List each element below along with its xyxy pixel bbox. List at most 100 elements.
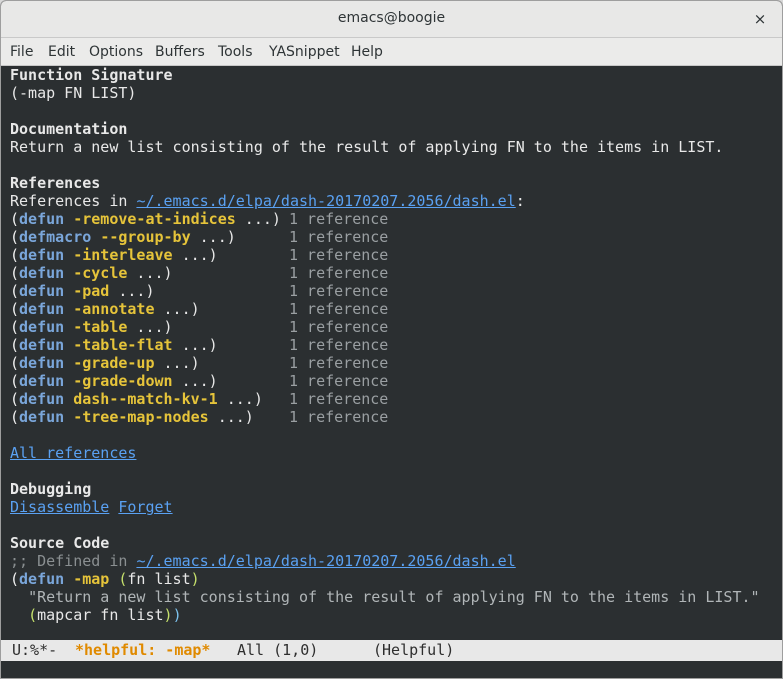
forget-link[interactable]: Forget [118, 498, 172, 516]
minibuffer[interactable] [1, 661, 782, 678]
reference-row[interactable]: (defun -table-flat ...) 1 reference [10, 336, 388, 354]
paren: ) [190, 570, 200, 588]
reference-kind: defun [19, 336, 65, 354]
menu-options[interactable]: Options [89, 44, 143, 60]
references-prefix: References in [10, 192, 137, 210]
reference-count: 1 reference [289, 210, 389, 228]
helpful-buffer[interactable]: Function Signature (-map FN LIST) Docume… [1, 66, 782, 640]
paren: ( [10, 210, 20, 228]
reference-kind: defun [19, 264, 65, 282]
reference-count: 1 reference [289, 264, 389, 282]
reference-kind: defun [19, 390, 65, 408]
reference-row[interactable]: (defun -remove-at-indices ...) 1 referenc… [10, 210, 388, 228]
menu-help[interactable]: Help [351, 44, 383, 60]
function-name: -map [73, 570, 110, 588]
reference-rest: ...) [127, 264, 173, 282]
signature-text: (-map FN LIST) [10, 84, 137, 102]
args: fn list [127, 570, 191, 588]
reference-kind: defun [19, 354, 65, 372]
reference-function-name[interactable]: -interleave [73, 246, 172, 264]
paren: ( [10, 318, 20, 336]
all-references-line: All references [10, 444, 136, 462]
reference-count: 1 reference [289, 228, 389, 246]
paren: ( [10, 390, 20, 408]
menu-tools[interactable]: Tools [218, 44, 253, 60]
reference-function-name[interactable]: -pad [73, 282, 109, 300]
all-references-link[interactable]: All references [10, 444, 136, 462]
menu-file[interactable]: File [10, 44, 33, 60]
references-heading: References [10, 174, 101, 192]
reference-rest: ...) [235, 210, 281, 228]
reference-rest: ...) [190, 228, 236, 246]
source-line-defun: (defun -map (fn list) [10, 570, 200, 588]
references-file-link[interactable]: ~/.emacs.d/elpa/dash-20170207.2056/dash.… [136, 192, 515, 210]
reference-rest: ...) [172, 336, 218, 354]
paren: ( [10, 300, 20, 318]
reference-kind: defmacro [19, 228, 92, 246]
reference-kind: defun [19, 372, 65, 390]
close-icon[interactable]: × [748, 7, 772, 31]
emacs-window: emacs@boogie × File Edit Options Buffers… [0, 0, 783, 679]
reference-count: 1 reference [289, 372, 389, 390]
reference-function-name[interactable]: -remove-at-indices [73, 210, 236, 228]
reference-row[interactable]: (defmacro --group-by ...) 1 reference [10, 228, 388, 246]
debugging-heading: Debugging [10, 480, 92, 498]
reference-count: 1 reference [289, 354, 389, 372]
reference-row[interactable]: (defun -pad ...) 1 reference [10, 282, 388, 300]
menu-bar: File Edit Options Buffers Tools YASnippe… [1, 38, 782, 66]
source-comment-line: ;; Defined in ~/.emacs.d/elpa/dash-20170… [10, 552, 516, 570]
disassemble-link[interactable]: Disassemble [10, 498, 109, 516]
reference-row[interactable]: (defun -tree-map-nodes ...) 1 reference [10, 408, 388, 426]
reference-function-name[interactable]: -tree-map-nodes [73, 408, 208, 426]
modeline-position: All (1,0) [237, 641, 319, 659]
references-intro: References in ~/.emacs.d/elpa/dash-20170… [10, 192, 525, 210]
reference-row[interactable]: (defun dash--match-kv-1 ...) 1 reference [10, 390, 388, 408]
menu-yasnippet[interactable]: YASnippet [269, 44, 340, 60]
reference-row[interactable]: (defun -cycle ...) 1 reference [10, 264, 388, 282]
reference-rest: ...) [217, 390, 263, 408]
modeline-status: U:%*- [12, 641, 58, 659]
reference-row[interactable]: (defun -annotate ...) 1 reference [10, 300, 388, 318]
reference-rest: ...) [109, 282, 155, 300]
paren: ( [28, 606, 38, 624]
reference-kind: defun [19, 246, 65, 264]
menu-edit[interactable]: Edit [48, 44, 75, 60]
reference-count: 1 reference [289, 408, 389, 426]
paren: ( [10, 228, 20, 246]
paren: ( [10, 372, 20, 390]
reference-rest: ...) [154, 354, 200, 372]
reference-count: 1 reference [289, 282, 389, 300]
reference-row[interactable]: (defun -grade-down ...) 1 reference [10, 372, 388, 390]
source-line-body: (mapcar fn list)) [10, 606, 182, 624]
menu-buffers[interactable]: Buffers [155, 44, 205, 60]
reference-kind: defun [19, 300, 65, 318]
title-bar[interactable]: emacs@boogie × [1, 1, 782, 38]
reference-count: 1 reference [289, 246, 389, 264]
reference-count: 1 reference [289, 300, 389, 318]
paren: ) [172, 606, 182, 624]
reference-function-name[interactable]: -annotate [73, 300, 154, 318]
documentation-text: Return a new list consisting of the resu… [10, 138, 724, 156]
reference-row[interactable]: (defun -table ...) 1 reference [10, 318, 388, 336]
debugging-actions: Disassemble Forget [10, 498, 173, 516]
source-code-heading: Source Code [10, 534, 110, 552]
reference-function-name[interactable]: -cycle [73, 264, 127, 282]
paren: ( [10, 336, 20, 354]
modeline-major-mode[interactable]: (Helpful) [373, 641, 454, 660]
reference-function-name[interactable]: -grade-down [73, 372, 172, 390]
reference-function-name[interactable]: --group-by [100, 228, 190, 246]
reference-function-name[interactable]: -table-flat [73, 336, 172, 354]
mode-line[interactable]: U:%*- *helpful: -map* All (1,0) (Helpful… [1, 640, 782, 661]
reference-function-name[interactable]: -grade-up [73, 354, 154, 372]
reference-function-name[interactable]: dash--match-kv-1 [73, 390, 218, 408]
source-file-link[interactable]: ~/.emacs.d/elpa/dash-20170207.2056/dash.… [136, 552, 515, 570]
reference-function-name[interactable]: -table [73, 318, 127, 336]
references-suffix: : [515, 192, 525, 210]
reference-row[interactable]: (defun -interleave ...) 1 reference [10, 246, 388, 264]
body: mapcar fn list [37, 606, 164, 624]
modeline-buffer-name[interactable]: *helpful: -map* [75, 641, 210, 660]
docstring: "Return a new list consisting of the res… [28, 588, 760, 606]
paren: ( [10, 246, 20, 264]
reference-row[interactable]: (defun -grade-up ...) 1 reference [10, 354, 388, 372]
paren: ) [163, 606, 173, 624]
